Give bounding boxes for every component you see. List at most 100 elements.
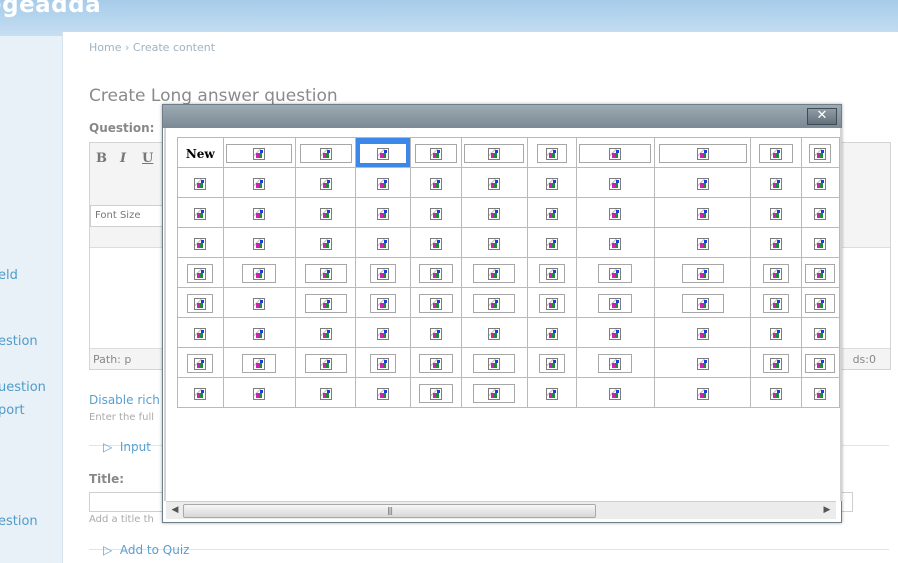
image-thumbnail[interactable] — [485, 325, 503, 342]
underline-button[interactable]: U — [142, 151, 153, 166]
grid-cell[interactable] — [575, 227, 656, 258]
nav-item-report[interactable]: port — [0, 403, 25, 418]
grid-cell[interactable] — [654, 377, 751, 408]
image-thumbnail[interactable] — [427, 205, 445, 222]
grid-cell[interactable] — [177, 227, 224, 258]
image-thumbnail[interactable] — [694, 325, 712, 342]
grid-cell[interactable] — [295, 287, 356, 318]
grid-cell[interactable] — [575, 347, 656, 378]
grid-cell[interactable] — [749, 197, 802, 228]
image-thumbnail[interactable] — [767, 385, 785, 402]
grid-cell[interactable] — [295, 257, 356, 288]
image-thumbnail[interactable] — [464, 143, 525, 163]
grid-cell[interactable] — [749, 257, 802, 288]
image-thumbnail[interactable] — [304, 293, 347, 313]
grid-cell[interactable] — [654, 347, 751, 378]
grid-cell[interactable] — [295, 137, 356, 168]
grid-cell[interactable] — [222, 197, 297, 228]
grid-cell[interactable] — [410, 257, 462, 288]
italic-button[interactable]: I — [120, 151, 126, 166]
nav-item-question-3[interactable]: estion — [0, 514, 38, 529]
image-thumbnail[interactable] — [187, 263, 214, 283]
grid-cell[interactable] — [354, 347, 412, 378]
grid-cell[interactable] — [654, 197, 751, 228]
breadcrumb-home[interactable]: Home — [89, 41, 121, 54]
grid-cell[interactable] — [749, 137, 802, 168]
image-thumbnail[interactable] — [543, 175, 561, 192]
grid-cell[interactable]: New — [177, 137, 224, 168]
grid-cell[interactable] — [354, 137, 412, 168]
image-thumbnail[interactable] — [485, 175, 503, 192]
grid-cell[interactable] — [410, 317, 462, 348]
add-to-quiz-toggle[interactable]: ▷ Add to Quiz — [103, 543, 189, 557]
image-thumbnail[interactable] — [767, 325, 785, 342]
grid-cell[interactable] — [800, 197, 840, 228]
grid-cell[interactable] — [575, 317, 656, 348]
grid-cell[interactable] — [654, 257, 751, 288]
new-image-label[interactable]: New — [186, 147, 215, 161]
grid-cell[interactable] — [527, 257, 577, 288]
grid-cell[interactable] — [354, 257, 412, 288]
grid-cell[interactable] — [800, 257, 840, 288]
image-thumbnail[interactable] — [250, 235, 268, 252]
image-thumbnail[interactable] — [694, 175, 712, 192]
grid-cell[interactable] — [410, 137, 462, 168]
image-thumbnail[interactable] — [767, 205, 785, 222]
image-thumbnail[interactable] — [805, 263, 836, 283]
image-thumbnail[interactable] — [418, 383, 453, 403]
grid-cell[interactable] — [295, 347, 356, 378]
image-thumbnail[interactable] — [473, 383, 516, 403]
image-thumbnail[interactable] — [317, 175, 335, 192]
image-thumbnail[interactable] — [598, 293, 633, 313]
grid-cell[interactable] — [527, 227, 577, 258]
image-thumbnail[interactable] — [538, 353, 565, 373]
grid-cell[interactable] — [295, 317, 356, 348]
grid-cell[interactable] — [800, 227, 840, 258]
image-thumbnail[interactable] — [606, 205, 624, 222]
image-thumbnail[interactable] — [543, 205, 561, 222]
grid-cell[interactable] — [527, 347, 577, 378]
grid-cell[interactable] — [749, 347, 802, 378]
grid-cell[interactable] — [654, 137, 751, 168]
grid-cell[interactable] — [575, 377, 656, 408]
grid-cell[interactable] — [800, 287, 840, 318]
image-thumbnail[interactable] — [418, 293, 453, 313]
grid-cell[interactable] — [800, 167, 840, 198]
grid-cell[interactable] — [177, 317, 224, 348]
image-thumbnail[interactable] — [694, 355, 712, 372]
image-thumbnail[interactable] — [250, 175, 268, 192]
image-thumbnail[interactable] — [681, 293, 724, 313]
disable-rich-text-link[interactable]: Disable rich — [89, 393, 160, 407]
image-thumbnail[interactable] — [606, 385, 624, 402]
image-thumbnail[interactable] — [191, 235, 209, 252]
horizontal-scrollbar[interactable]: ◀ ||| ▶ — [166, 501, 836, 519]
grid-cell[interactable] — [654, 167, 751, 198]
grid-cell[interactable] — [410, 227, 462, 258]
image-thumbnail[interactable] — [811, 175, 829, 192]
grid-cell[interactable] — [527, 287, 577, 318]
grid-cell[interactable] — [177, 377, 224, 408]
image-thumbnail[interactable] — [473, 293, 516, 313]
image-thumbnail[interactable] — [762, 263, 789, 283]
image-thumbnail[interactable] — [767, 235, 785, 252]
image-thumbnail[interactable] — [543, 385, 561, 402]
close-button[interactable]: ✕ — [807, 108, 837, 125]
image-thumbnail[interactable] — [250, 205, 268, 222]
image-thumbnail[interactable] — [317, 385, 335, 402]
grid-cell[interactable] — [575, 197, 656, 228]
image-thumbnail[interactable] — [317, 235, 335, 252]
grid-cell[interactable] — [222, 257, 297, 288]
grid-cell[interactable] — [295, 227, 356, 258]
image-thumbnail[interactable] — [370, 353, 397, 373]
grid-cell[interactable] — [460, 167, 529, 198]
image-thumbnail[interactable] — [187, 353, 214, 373]
grid-cell[interactable] — [654, 317, 751, 348]
image-thumbnail[interactable] — [427, 175, 445, 192]
image-thumbnail[interactable] — [811, 235, 829, 252]
site-name[interactable]: egeadda — [0, 0, 101, 18]
image-thumbnail[interactable] — [543, 235, 561, 252]
image-thumbnail[interactable] — [811, 205, 829, 222]
image-thumbnail[interactable] — [418, 263, 453, 283]
bold-button[interactable]: B — [96, 151, 107, 166]
grid-cell[interactable] — [460, 257, 529, 288]
